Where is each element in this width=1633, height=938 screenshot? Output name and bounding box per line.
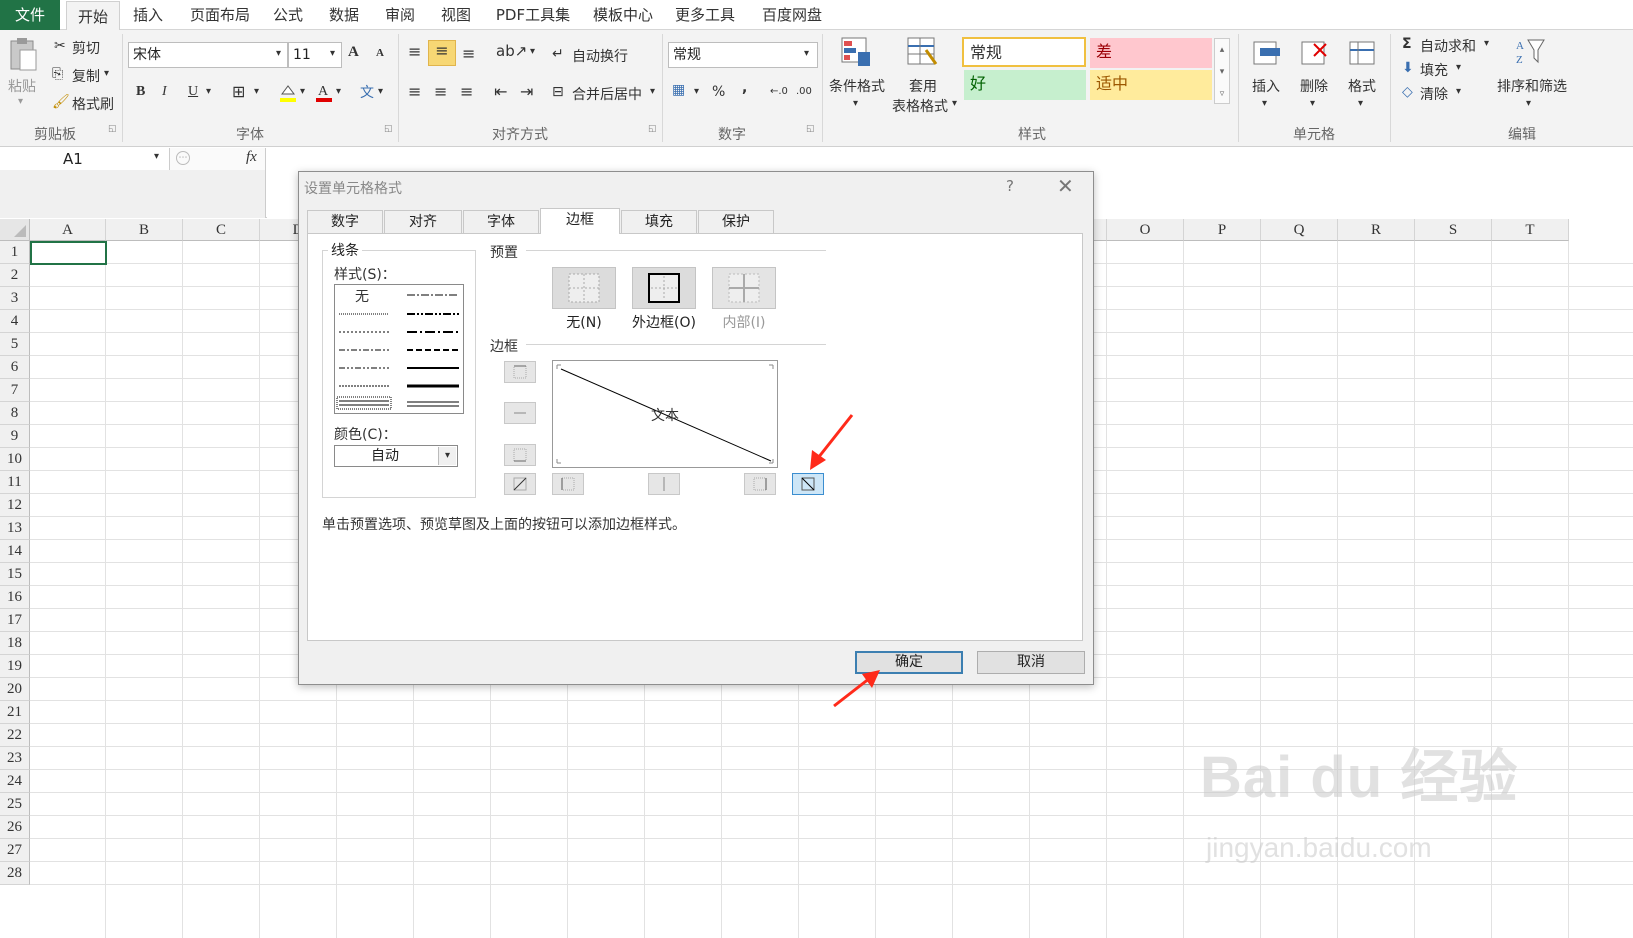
tab-border[interactable]: 边框 xyxy=(540,208,620,234)
baidu-watermark-url: jingyan.baidu.com xyxy=(1206,832,1432,863)
baidu-watermark: Bai du 经验 xyxy=(1200,745,1519,810)
arrow-to-diagonal-button xyxy=(810,414,854,470)
arrow-to-ok-button xyxy=(833,670,880,708)
